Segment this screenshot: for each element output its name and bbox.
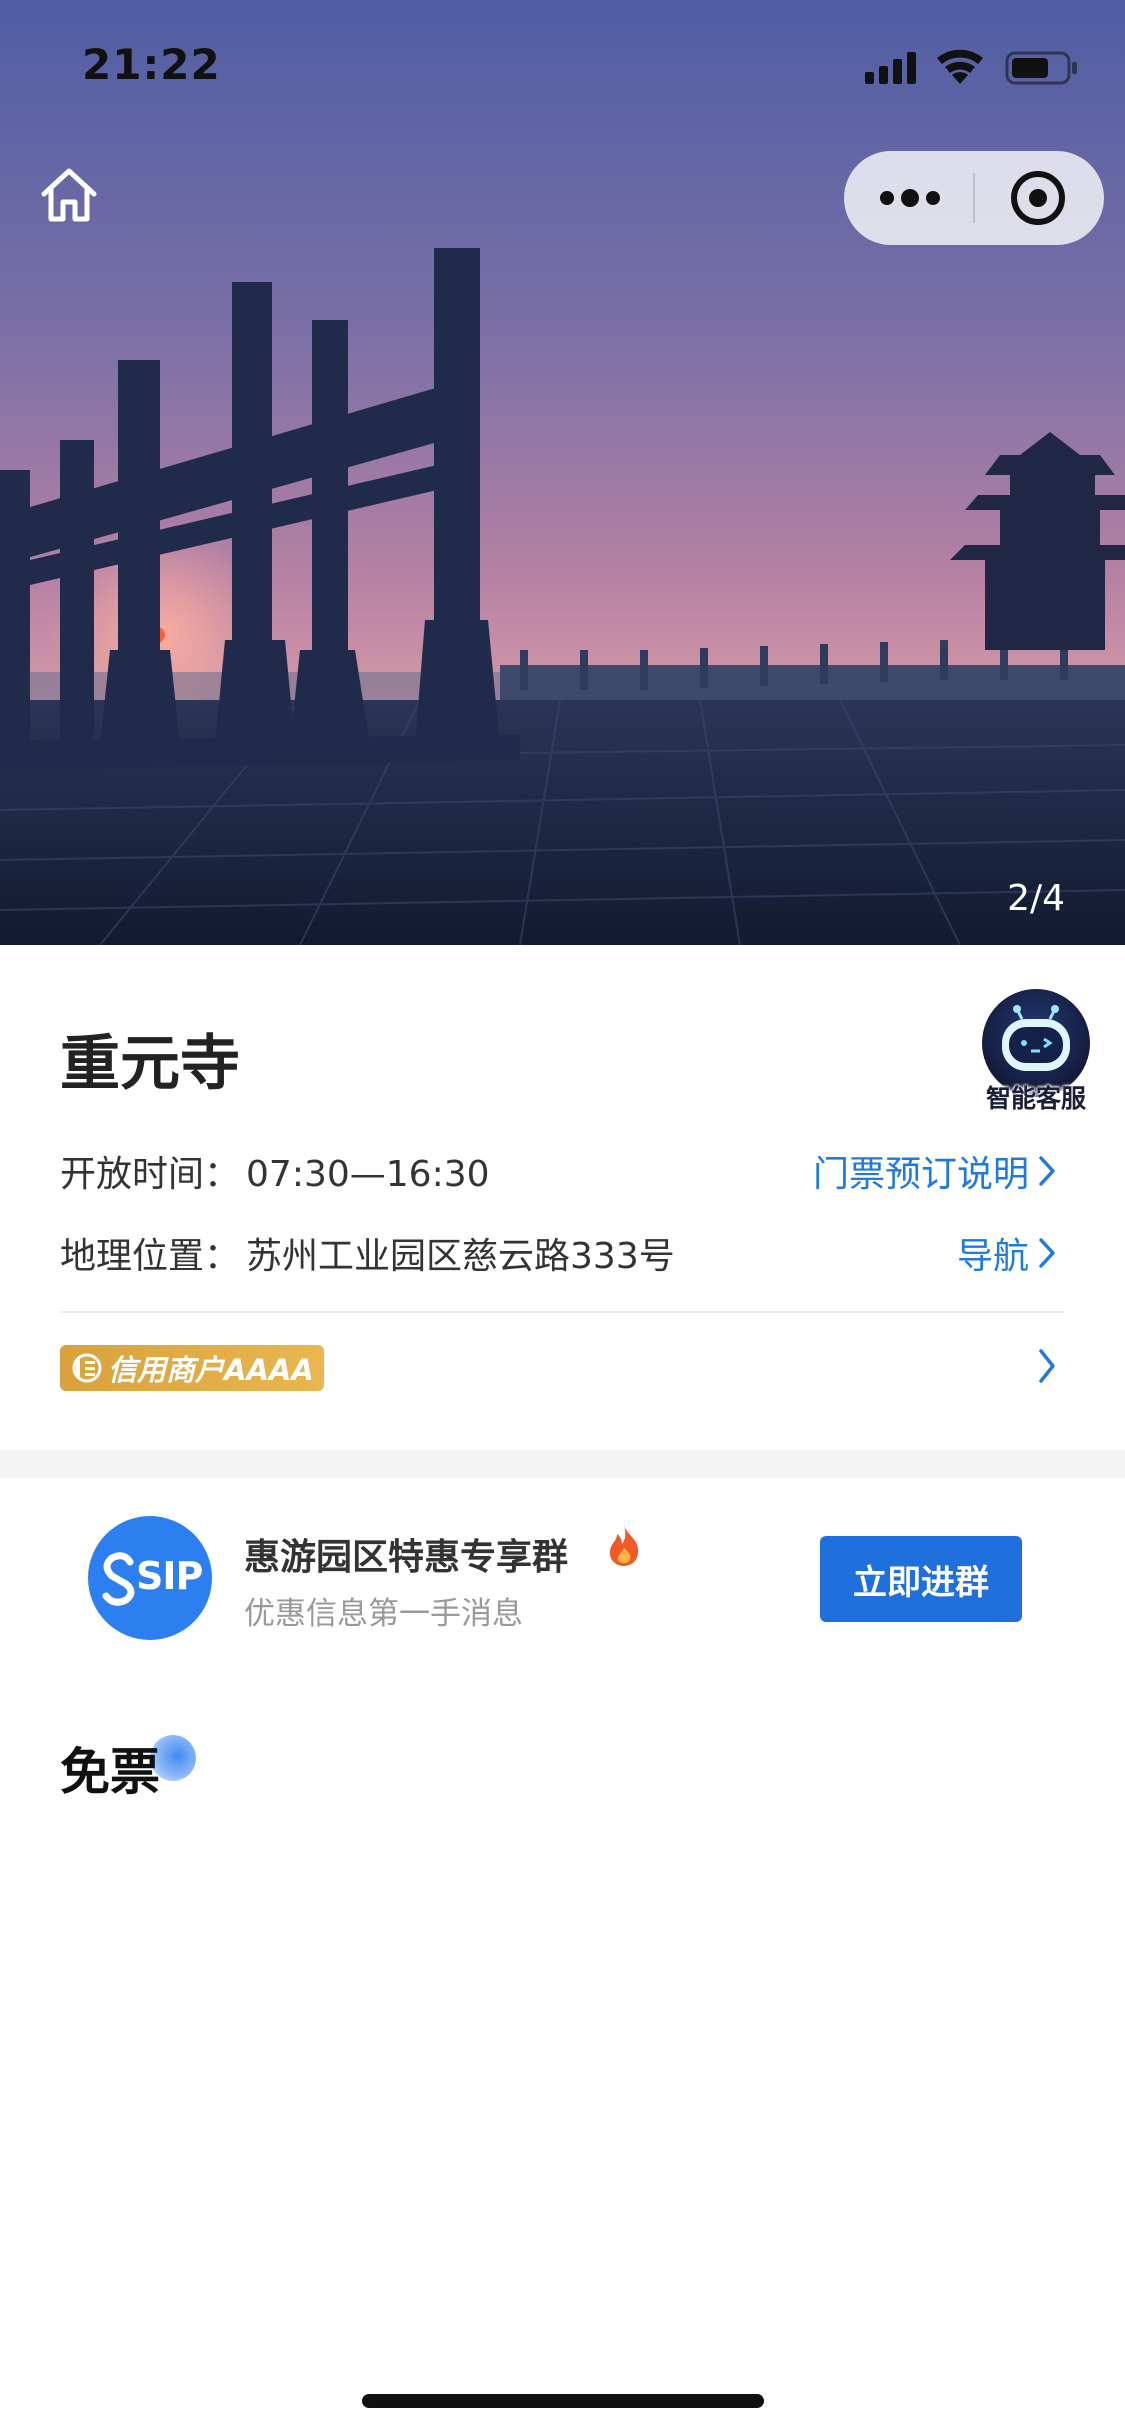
open-time-row: 开放时间： 07:30—16:30 bbox=[60, 1145, 490, 1197]
status-time: 21:22 bbox=[82, 40, 221, 89]
home-icon bbox=[41, 168, 97, 222]
chevron-right-icon bbox=[1039, 1156, 1055, 1186]
promo-title: 惠游园区特惠专享群 bbox=[244, 1537, 569, 1578]
promo-subtitle: 优惠信息第一手消息 bbox=[244, 1596, 523, 1632]
hero-photo-carousel[interactable]: 21:22 2/4 bbox=[0, 0, 1125, 945]
close-button[interactable] bbox=[974, 151, 1104, 245]
photo-counter: 2/4 bbox=[1007, 878, 1065, 919]
chevron-right-icon bbox=[1039, 1238, 1055, 1268]
attraction-info-card: 重元寺 智能客服 开放时间： 07:30—16:30 门票预订说明 地理位置： … bbox=[0, 945, 1125, 1450]
more-dots-icon bbox=[880, 189, 940, 207]
credit-merchant-badge[interactable]: 信用商户AAAA bbox=[60, 1345, 324, 1391]
open-time-value: 07:30—16:30 bbox=[246, 1154, 490, 1195]
ticket-info-link[interactable]: 门票预订说明 bbox=[813, 1145, 1057, 1197]
mini-program-capsule bbox=[844, 151, 1104, 245]
section-gap bbox=[0, 1450, 1125, 1478]
home-button[interactable] bbox=[36, 162, 102, 228]
credit-logo-icon bbox=[72, 1353, 102, 1383]
divider bbox=[60, 1311, 1065, 1313]
sip-logo-text: SIP bbox=[136, 1554, 203, 1598]
hero-image bbox=[0, 0, 1125, 945]
more-button[interactable] bbox=[844, 151, 974, 245]
open-time-label: 开放时间： bbox=[60, 1154, 241, 1195]
free-ticket-section-title: 免票 bbox=[60, 1743, 160, 1801]
target-close-icon bbox=[1011, 171, 1065, 225]
credit-chevron[interactable] bbox=[1037, 1347, 1057, 1389]
group-promo: SIP 惠游园区特惠专享群 优惠信息第一手消息 立即进群 bbox=[0, 1478, 1125, 1678]
fire-icon bbox=[609, 1526, 639, 1566]
chevron-right-icon bbox=[1039, 1349, 1055, 1383]
sip-logo: SIP bbox=[88, 1516, 212, 1640]
ai-service-label: 智能客服 bbox=[985, 1084, 1086, 1113]
status-icons bbox=[865, 44, 1085, 94]
attraction-title: 重元寺 bbox=[60, 1029, 240, 1099]
navigate-link[interactable]: 导航 bbox=[957, 1227, 1057, 1279]
battery-icon bbox=[1005, 51, 1077, 85]
credit-badge-text: 信用商户AAAA bbox=[108, 1353, 314, 1387]
page: 21:22 2/4 重元寺 智能客服 开放时间： 07:30—16:30 门票预… bbox=[0, 0, 1125, 2436]
location-value: 苏州工业园区慈云路333号 bbox=[246, 1236, 675, 1277]
location-row: 地理位置： 苏州工业园区慈云路333号 bbox=[60, 1227, 675, 1279]
join-group-button[interactable]: 立即进群 bbox=[820, 1536, 1022, 1622]
location-label: 地理位置： bbox=[60, 1236, 241, 1277]
signal-icon bbox=[865, 52, 916, 84]
ai-customer-service[interactable]: 智能客服 bbox=[978, 989, 1094, 1119]
ticket-info-label: 门票预订说明 bbox=[812, 1154, 1029, 1195]
navigate-label: 导航 bbox=[956, 1236, 1029, 1277]
wifi-icon bbox=[937, 49, 983, 84]
home-indicator[interactable] bbox=[362, 2394, 764, 2408]
